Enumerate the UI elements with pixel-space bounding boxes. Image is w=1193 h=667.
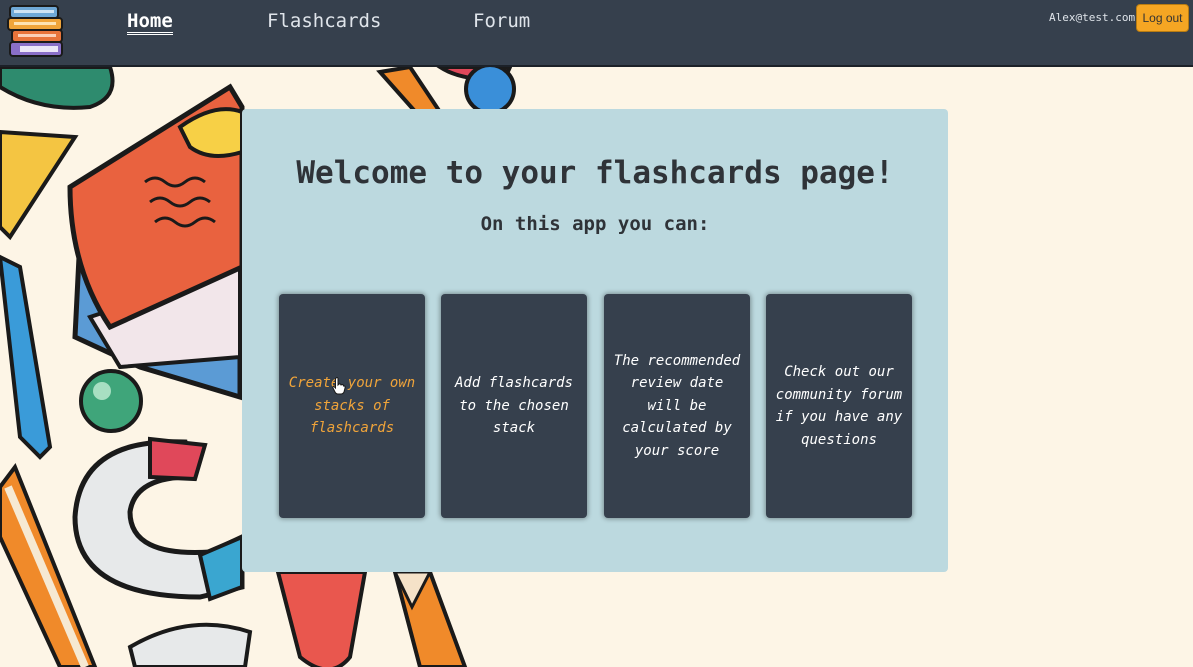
nav-link-forum[interactable]: Forum <box>473 10 530 32</box>
feature-card-text: The recommended review date will be calc… <box>613 352 741 459</box>
welcome-panel: Welcome to your flashcards page! On this… <box>242 109 948 572</box>
feature-card-forum[interactable]: Check out our community forum if you hav… <box>766 294 912 518</box>
feature-card-add-flashcards[interactable]: Add flashcards to the chosen stack <box>441 294 587 518</box>
user-email: Alex@test.com <box>1049 11 1136 24</box>
hand-cursor-icon <box>332 377 346 395</box>
logout-button[interactable]: Log out <box>1136 4 1189 32</box>
books-logo-icon[interactable] <box>6 4 66 60</box>
navbar: Home Flashcards Forum Alex@test.com Log … <box>0 0 1193 67</box>
page-subtitle: On this app you can: <box>480 213 710 235</box>
nav-link-home[interactable]: Home <box>127 10 173 35</box>
feature-card-review-date[interactable]: The recommended review date will be calc… <box>604 294 750 518</box>
feature-card-text: Add flashcards to the chosen stack <box>454 375 573 437</box>
feature-card-text: Create your own stacks of flashcards <box>288 375 416 437</box>
nav-link-flashcards[interactable]: Flashcards <box>267 10 381 32</box>
page-title: Welcome to your flashcards page! <box>296 155 894 191</box>
feature-card-create-stacks[interactable]: Create your own stacks of flashcards <box>279 294 425 518</box>
feature-card-text: Check out our community forum if you hav… <box>775 364 903 448</box>
